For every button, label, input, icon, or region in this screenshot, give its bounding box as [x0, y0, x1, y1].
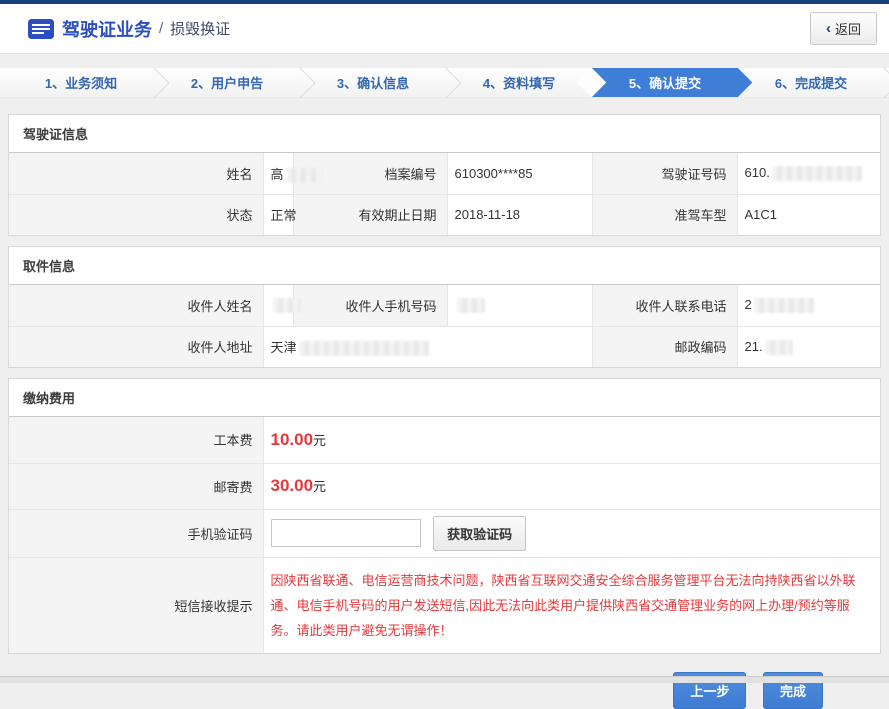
fee-section: 缴纳费用 工本费 10.00元 邮寄费 30.00元 手机验证码 获取验证码 短… [8, 378, 881, 654]
postal-code-label: 邮政编码 [592, 326, 737, 367]
pickup-info-table: 收件人姓名 收件人手机号码 收件人联系电话 2 收件人地址 天津 邮政编码 21… [9, 285, 880, 367]
status-label: 状态 [9, 194, 263, 235]
step-progress-bar: 1、业务须知 2、用户申告 3、确认信息 4、资料填写 5、确认提交 6、完成提… [0, 68, 889, 98]
redacted-value [286, 168, 322, 183]
table-row: 姓名 高 档案编号 610300****85 驾驶证号码 610. [9, 153, 880, 194]
get-sms-code-button[interactable]: 获取验证码 [433, 516, 526, 551]
mail-fee-value: 30.00元 [263, 463, 880, 509]
recipient-mobile-label: 收件人手机号码 [293, 285, 447, 326]
redacted-value [299, 341, 429, 356]
redacted-value [765, 340, 793, 355]
table-row: 收件人姓名 收件人手机号码 收件人联系电话 2 [9, 285, 880, 326]
step-5-confirm-submit-active[interactable]: 5、确认提交 [592, 68, 738, 97]
table-row: 状态 正常 有效期止日期 2018-11-18 准驾车型 A1C1 [9, 194, 880, 235]
cost-fee-value: 10.00元 [263, 417, 880, 463]
vehicle-type-label: 准驾车型 [592, 194, 737, 235]
status-value: 正常 [263, 194, 293, 235]
recipient-name-value [263, 285, 293, 326]
expiry-value: 2018-11-18 [447, 194, 592, 235]
name-value: 高 [263, 153, 293, 194]
page-title: 驾驶证业务 [62, 16, 152, 42]
step-3-confirm-info[interactable]: 3、确认信息 [300, 68, 446, 97]
table-row: 邮寄费 30.00元 [9, 463, 880, 509]
recipient-address-value: 天津 [263, 326, 592, 367]
license-info-title: 驾驶证信息 [9, 115, 880, 153]
file-no-value: 610300****85 [447, 153, 592, 194]
cost-fee-label: 工本费 [9, 417, 263, 463]
chevron-left-icon: ‹ [826, 21, 831, 36]
table-row: 工本费 10.00元 [9, 417, 880, 463]
license-info-section: 驾驶证信息 姓名 高 档案编号 610300****85 驾驶证号码 610. … [8, 114, 881, 236]
footer-band [0, 676, 889, 683]
table-row: 短信接收提示 因陕西省联通、电信运营商技术问题，陕西省互联网交通安全综合服务管理… [9, 557, 880, 653]
back-button[interactable]: ‹ 返回 [810, 12, 877, 45]
redacted-value [754, 298, 814, 313]
recipient-mobile-value [447, 285, 592, 326]
mail-fee-label: 邮寄费 [9, 463, 263, 509]
pickup-info-section: 取件信息 收件人姓名 收件人手机号码 收件人联系电话 2 收件人地址 天津 邮政… [8, 246, 881, 368]
sms-notice-text: 因陕西省联通、电信运营商技术问题，陕西省互联网交通安全综合服务管理平台无法向持陕… [263, 557, 880, 653]
breadcrumb-current: 损毁换证 [170, 18, 230, 39]
sms-code-input[interactable] [271, 519, 421, 547]
step-6-complete-submit[interactable]: 6、完成提交 [738, 68, 884, 97]
sms-code-label: 手机验证码 [9, 509, 263, 557]
recipient-contact-label: 收件人联系电话 [592, 285, 737, 326]
table-row: 手机验证码 获取验证码 [9, 509, 880, 557]
step-4-fill-data[interactable]: 4、资料填写 [446, 68, 592, 97]
postal-code-value: 21. [737, 326, 880, 367]
redacted-value [772, 166, 862, 181]
fee-table: 工本费 10.00元 邮寄费 30.00元 手机验证码 获取验证码 短信接收提示… [9, 417, 880, 653]
recipient-address-label: 收件人地址 [9, 326, 263, 367]
back-button-label: 返回 [835, 19, 861, 38]
license-info-table: 姓名 高 档案编号 610300****85 驾驶证号码 610. 状态 正常 … [9, 153, 880, 235]
breadcrumb-separator: / [159, 20, 163, 37]
pickup-info-title: 取件信息 [9, 247, 880, 285]
step-1-business-notice[interactable]: 1、业务须知 [8, 68, 154, 97]
recipient-contact-value: 2 [737, 285, 880, 326]
license-no-value: 610. [737, 153, 880, 194]
fee-section-title: 缴纳费用 [9, 379, 880, 417]
vehicle-type-value: A1C1 [737, 194, 880, 235]
name-label: 姓名 [9, 153, 263, 194]
redacted-value [273, 298, 301, 313]
redacted-value [457, 298, 485, 313]
expiry-label: 有效期止日期 [293, 194, 447, 235]
sms-notice-label: 短信接收提示 [9, 557, 263, 653]
page-header: 驾驶证业务 / 损毁换证 ‹ 返回 [0, 4, 889, 54]
license-no-label: 驾驶证号码 [592, 153, 737, 194]
recipient-name-label: 收件人姓名 [9, 285, 263, 326]
id-card-list-icon [28, 19, 54, 39]
table-row: 收件人地址 天津 邮政编码 21. [9, 326, 880, 367]
step-2-user-declaration[interactable]: 2、用户申告 [154, 68, 300, 97]
sms-code-cell: 获取验证码 [263, 509, 880, 557]
